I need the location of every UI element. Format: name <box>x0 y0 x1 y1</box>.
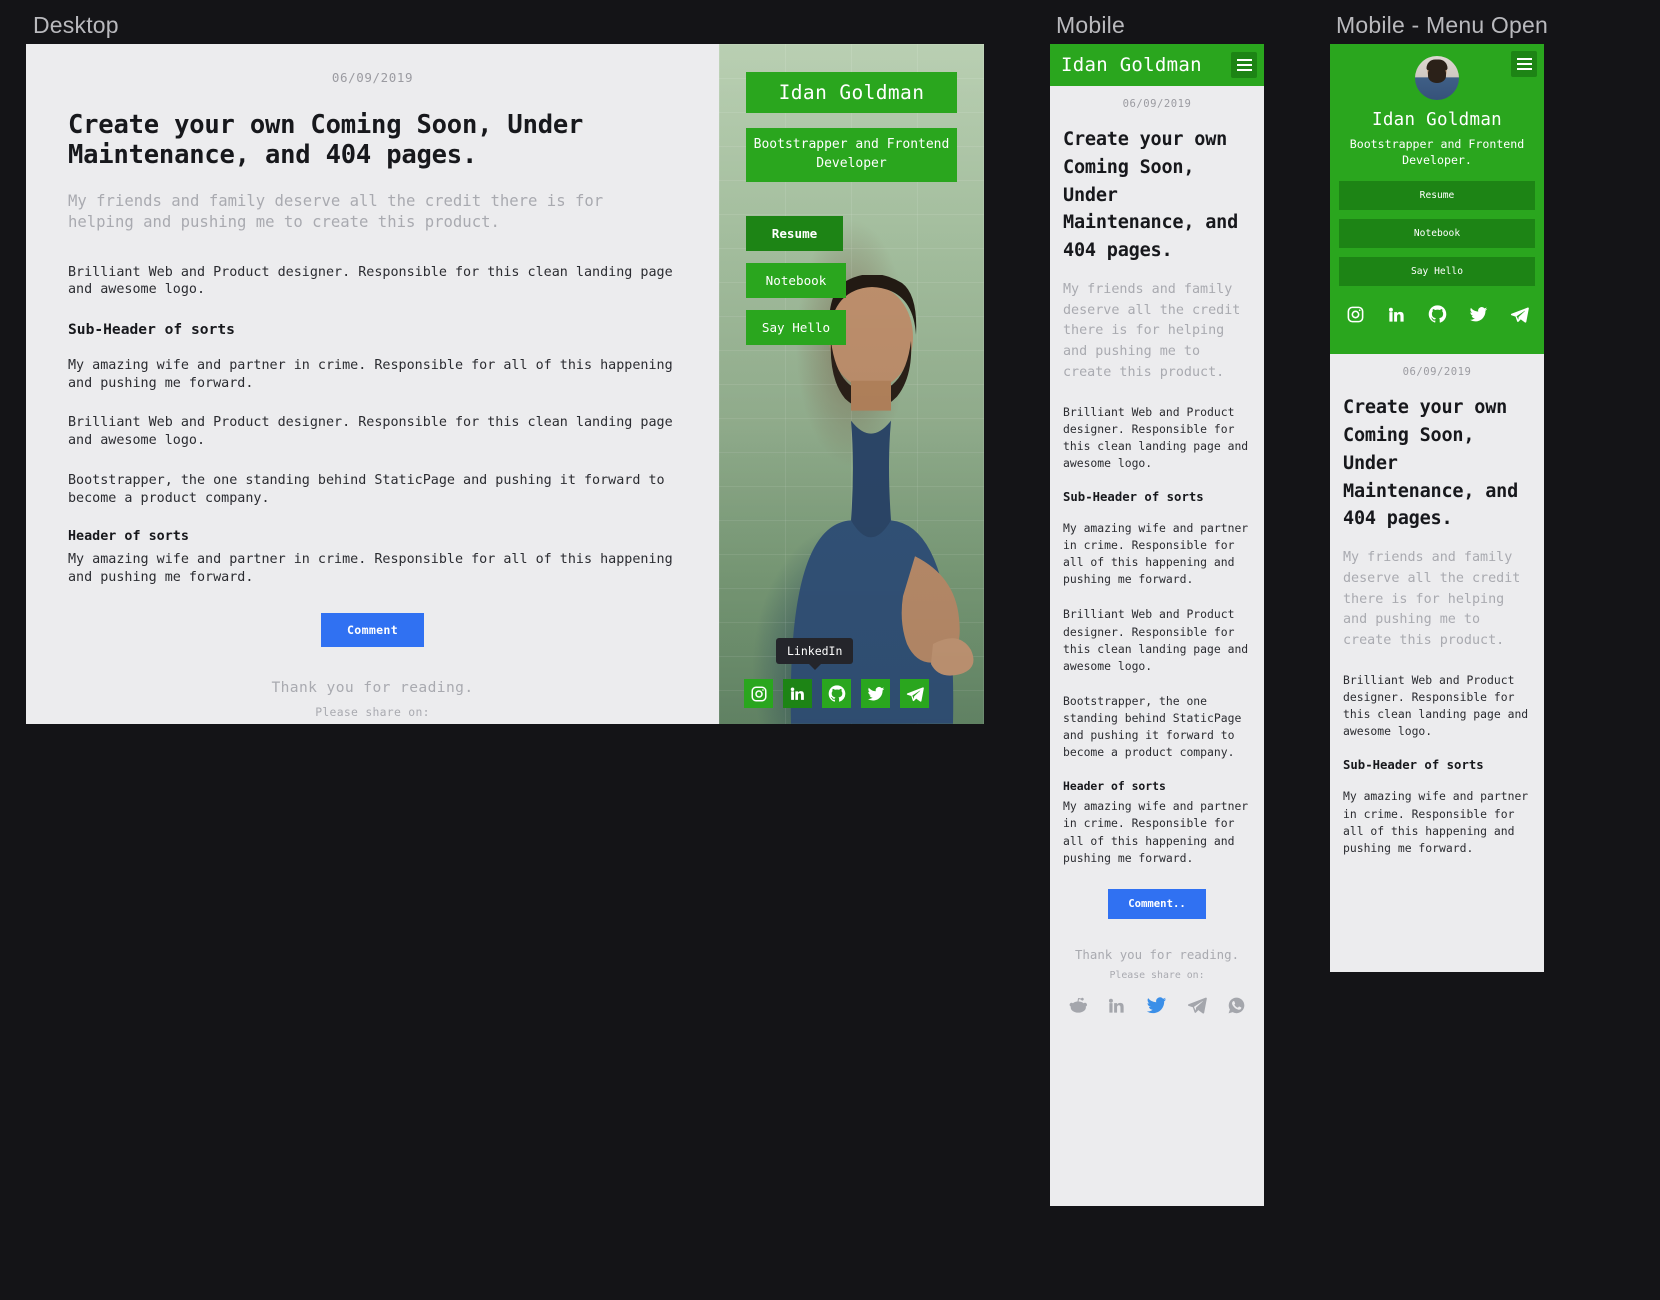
desktop-panel-caption: Desktop <box>33 12 119 38</box>
github-icon[interactable] <box>822 679 851 708</box>
mobile-header: Header of sorts <box>1063 779 1166 794</box>
profile-nav: Resume Notebook Say Hello <box>746 216 946 357</box>
comment-button[interactable]: Comment <box>321 612 424 647</box>
post-lead: My friends and family deserve all the cr… <box>68 191 604 232</box>
nav-button-notebook[interactable]: Notebook <box>746 263 846 298</box>
mobile-paragraph-5: My amazing wife and partner in crime. Re… <box>1063 799 1249 865</box>
telegram-icon[interactable] <box>900 679 929 708</box>
twitter-icon[interactable] <box>861 679 890 708</box>
post-paragraph-2: My amazing wife and partner in crime. Re… <box>68 358 673 391</box>
mobile-post-title: Create your own Coming Soon, Under Maint… <box>1063 129 1239 261</box>
avatar <box>1415 56 1459 100</box>
mobile-comment-button[interactable]: Comment.. <box>1108 888 1206 919</box>
mobile-post-date: 06/09/2019 <box>1122 98 1192 110</box>
mobile-brand-name: Idan Goldman <box>1061 54 1202 76</box>
desktop-preview-panel: 06/09/2019 Create your own Coming Soon, … <box>26 44 984 724</box>
profile-social-row <box>744 679 929 708</box>
mobile-menu-paragraph-1: Brilliant Web and Product designer. Resp… <box>1343 673 1529 739</box>
mobile-menu-post-title: Create your own Coming Soon, Under Maint… <box>1343 397 1519 530</box>
linkedin-icon[interactable] <box>1387 305 1406 328</box>
nav-button-notebook[interactable]: Notebook <box>1339 219 1535 249</box>
twitter-icon[interactable] <box>1469 305 1488 328</box>
mobile-article: 06/09/2019 Create your own Coming Soon, … <box>1050 86 1264 1020</box>
hamburger-menu-icon[interactable] <box>1231 52 1257 78</box>
mobile-comment-container: Comment.. <box>1063 888 1251 919</box>
mobile-panel-caption: Mobile <box>1056 12 1125 38</box>
telegram-icon[interactable] <box>1510 305 1529 328</box>
linkedin-icon[interactable] <box>783 679 812 708</box>
post-title: Create your own Coming Soon, Under Maint… <box>68 110 584 170</box>
post-subheader: Sub-Header of sorts <box>68 321 235 339</box>
hamburger-bar <box>1236 69 1252 72</box>
mobile-paragraph-2: My amazing wife and partner in crime. Re… <box>1063 521 1249 587</box>
nav-button-say-hello[interactable]: Say Hello <box>1339 257 1535 287</box>
instagram-icon[interactable] <box>1346 305 1365 328</box>
post-paragraph-5: My amazing wife and partner in crime. Re… <box>68 552 673 585</box>
github-icon[interactable] <box>1428 305 1447 328</box>
mobile-paragraph-1: Brilliant Web and Product designer. Resp… <box>1063 404 1249 470</box>
mobile-menu-social-row <box>1330 295 1544 340</box>
mobile-post-lead: My friends and family deserve all the cr… <box>1063 281 1241 380</box>
hamburger-menu-icon[interactable] <box>1511 51 1537 77</box>
thanks-text: Thank you for reading. <box>271 678 474 696</box>
mobile-menu-paragraph-2: My amazing wife and partner in crime. Re… <box>1343 789 1529 855</box>
mobile-menu-subheader: Sub-Header of sorts <box>1343 758 1484 773</box>
comment-button-container: Comment <box>68 612 677 647</box>
profile-name: Idan Goldman <box>746 72 957 113</box>
hamburger-bar <box>1236 63 1252 67</box>
mobile-preview-panel: Idan Goldman 06/09/2019 Create your own … <box>1050 44 1264 1206</box>
mobile-menu-profile-name: Idan Goldman <box>1371 110 1503 130</box>
twitter-share-icon[interactable] <box>1146 995 1167 1020</box>
avatar-beard <box>1428 68 1446 83</box>
hamburger-bar <box>1516 68 1532 71</box>
nav-button-resume[interactable]: Resume <box>1339 181 1535 211</box>
mobile-expanded-menu: Idan Goldman Bootstrapper and Frontend D… <box>1330 44 1544 355</box>
mobile-thanks-text: Thank you for reading. <box>1074 946 1240 962</box>
share-prompt: Please share on: <box>315 704 430 719</box>
nav-button-say-hello[interactable]: Say Hello <box>746 310 846 345</box>
post-paragraph-3: Brilliant Web and Product designer. Resp… <box>68 415 673 449</box>
mobile-menu-panel-caption: Mobile - Menu Open <box>1336 12 1548 38</box>
instagram-icon[interactable] <box>744 679 773 708</box>
profile-role: Bootstrapper and Frontend Developer <box>746 128 957 182</box>
screenshot-stage: Desktop 06/09/2019 Create your own Comin… <box>0 0 1660 1300</box>
post-date: 06/09/2019 <box>331 70 414 85</box>
mobile-share-icon-row <box>1063 995 1251 1020</box>
linkedin-tooltip: LinkedIn <box>776 638 854 664</box>
mobile-topbar: Idan Goldman <box>1050 44 1264 86</box>
mobile-paragraph-3: Brilliant Web and Product designer. Resp… <box>1063 607 1249 673</box>
mobile-menu-article: 06/09/2019 Create your own Coming Soon, … <box>1330 354 1544 856</box>
mobile-share-prompt: Please share on: <box>1109 969 1205 981</box>
linkedin-share-icon[interactable] <box>1107 996 1126 1019</box>
article-column: 06/09/2019 Create your own Coming Soon, … <box>26 44 719 724</box>
post-paragraph-4: Bootstrapper, the one standing behind St… <box>68 472 665 506</box>
profile-sidebar: Idan Goldman Bootstrapper and Frontend D… <box>719 44 984 724</box>
mobile-paragraph-4: Bootstrapper, the one standing behind St… <box>1063 693 1242 760</box>
telegram-share-icon[interactable] <box>1187 995 1207 1019</box>
mobile-menu-post-lead: My friends and family deserve all the cr… <box>1343 550 1521 649</box>
mobile-menu-open-panel: Idan Goldman Bootstrapper and Frontend D… <box>1330 44 1544 972</box>
hamburger-bar <box>1516 57 1532 60</box>
whatsapp-share-icon[interactable] <box>1227 996 1246 1019</box>
mobile-subheader: Sub-Header of sorts <box>1063 490 1204 505</box>
post-header: Header of sorts <box>68 529 189 545</box>
hamburger-bar <box>1236 58 1252 61</box>
mobile-menu-profile-role: Bootstrapper and Frontend Developer. <box>1349 137 1525 168</box>
hamburger-bar <box>1516 62 1532 66</box>
reddit-share-icon[interactable] <box>1068 996 1087 1019</box>
mobile-menu-post-date: 06/09/2019 <box>1402 366 1472 379</box>
post-paragraph-1: Brilliant Web and Product designer. Resp… <box>68 264 673 298</box>
nav-button-resume[interactable]: Resume <box>746 216 843 251</box>
